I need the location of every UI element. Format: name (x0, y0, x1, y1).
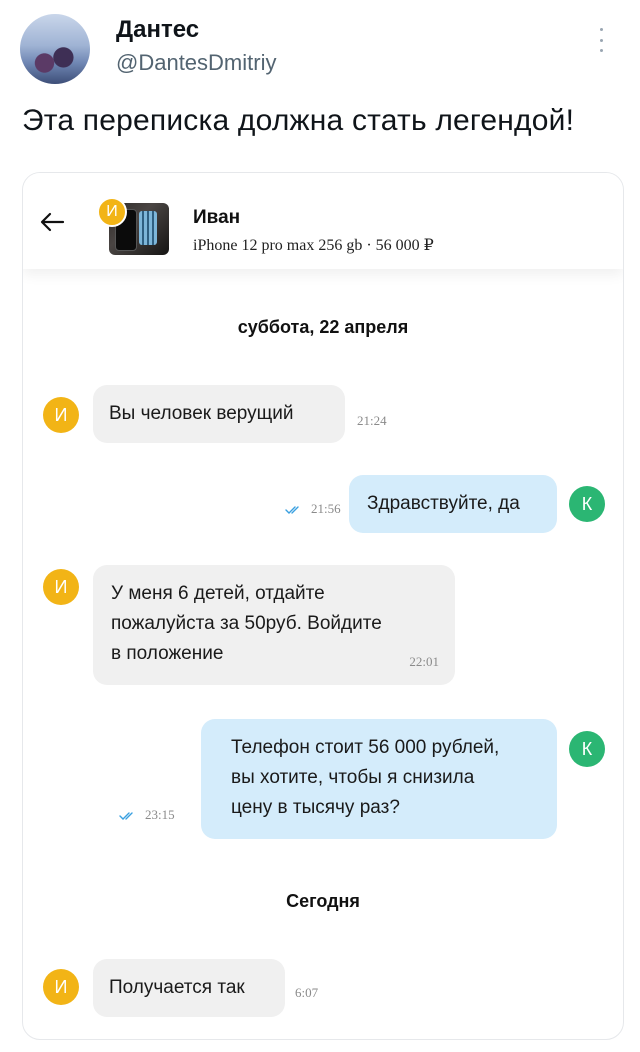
message-text: Здравствуйте, да (367, 493, 520, 514)
message-text: Получается так (109, 977, 245, 998)
own-avatar: К (569, 731, 605, 767)
read-checkmarks-icon (285, 506, 299, 515)
back-arrow-icon[interactable] (39, 211, 65, 233)
message-text-line: вы хотите, чтобы я снизила (231, 767, 475, 788)
author-avatar[interactable] (20, 14, 90, 84)
message-text-line: пожалуйста за 50руб. Войдите (111, 613, 382, 634)
message-text-line: в положение (111, 643, 224, 664)
author-handle[interactable]: @DantesDmitriy (116, 50, 276, 76)
message-bubble-incoming: Вы человек верущий (93, 385, 345, 443)
message-status: 21:56 (285, 501, 341, 517)
message-bubble-incoming: У меня 6 детей, отдайте пожалуйста за 50… (93, 565, 455, 685)
message-text-line: Телефон стоит 56 000 рублей, (231, 737, 500, 758)
contact-avatar: И (43, 969, 79, 1005)
message-time: 21:56 (311, 501, 341, 516)
contact-avatar: И (43, 397, 79, 433)
message-text-line: цену в тысячу раз? (231, 797, 400, 818)
more-options-icon[interactable] (598, 28, 604, 52)
contact-name: Иван (193, 207, 241, 228)
message-bubble-incoming: Получается так (93, 959, 285, 1017)
author-name[interactable]: Дантес (116, 16, 199, 44)
contact-avatar: И (97, 197, 127, 227)
message-bubble-outgoing: Телефон стоит 56 000 рублей, вы хотите, … (201, 719, 557, 839)
date-separator: Сегодня (286, 891, 360, 911)
product-title-price: iPhone 12 pro max 256 gb · 56 000 ₽ (193, 237, 434, 254)
message-status: 23:15 (119, 807, 175, 823)
message-time: 21:24 (357, 413, 387, 428)
contact-avatar: И (43, 569, 79, 605)
chat-header: И Иван iPhone 12 pro max 256 gb · 56 000… (23, 173, 623, 269)
message-time: 23:15 (145, 807, 175, 822)
message-text-line: У меня 6 детей, отдайте (111, 583, 325, 604)
message-text: Вы человек верущий (109, 403, 294, 424)
message-time: 6:07 (295, 985, 319, 1000)
message-time: 22:01 (409, 654, 439, 669)
tweet-text: Эта переписка должна стать легендой! (22, 104, 575, 137)
own-avatar: К (569, 486, 605, 522)
date-separator: суббота, 22 апреля (237, 317, 409, 337)
attached-screenshot[interactable]: И Иван iPhone 12 pro max 256 gb · 56 000… (22, 172, 624, 1040)
read-checkmarks-icon (119, 812, 133, 821)
message-bubble-outgoing: Здравствуйте, да (349, 475, 557, 533)
